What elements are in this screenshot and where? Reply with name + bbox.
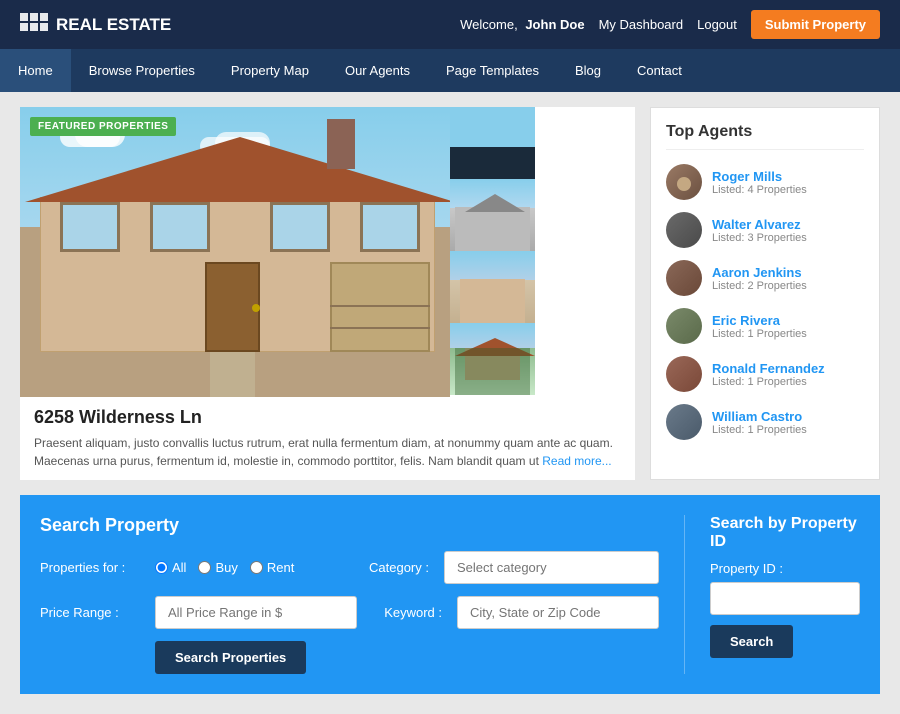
submit-property-button[interactable]: Submit Property: [751, 10, 880, 39]
nav-item-home[interactable]: Home: [0, 49, 71, 92]
radio-rent-input[interactable]: [250, 561, 263, 574]
thumbnail-1[interactable]: [450, 107, 535, 179]
featured-images: [20, 107, 635, 397]
nav-item-agents[interactable]: Our Agents: [327, 49, 428, 92]
avatar: [666, 308, 702, 344]
keyword-label: Keyword :: [372, 605, 442, 620]
agent-listed: Listed: 1 Properties: [712, 328, 807, 340]
keyword-input[interactable]: [457, 596, 659, 629]
agent-info: Eric Rivera Listed: 1 Properties: [712, 313, 807, 340]
search-properties-button[interactable]: Search Properties: [155, 641, 306, 674]
nav: Home Browse Properties Property Map Our …: [0, 49, 900, 92]
agent-item: Roger Mills Listed: 4 Properties: [666, 164, 864, 200]
agent-listed: Listed: 4 Properties: [712, 184, 807, 196]
thumbnail-list: [450, 107, 535, 397]
price-label: Price Range :: [40, 605, 140, 620]
agent-item: Ronald Fernandez Listed: 1 Properties: [666, 356, 864, 392]
thumbnail-3[interactable]: [450, 251, 535, 323]
agent-listed: Listed: 1 Properties: [712, 376, 825, 388]
category-label: Category :: [359, 560, 429, 575]
read-more-link[interactable]: Read more...: [542, 454, 611, 468]
main-property-image: [20, 107, 450, 397]
logout-link[interactable]: Logout: [697, 17, 737, 32]
logo-icon: [20, 13, 48, 37]
property-desc-text: Praesent aliquam, justo convallis luctus…: [34, 436, 613, 468]
agent-info: Ronald Fernandez Listed: 1 Properties: [712, 361, 825, 388]
property-info: 6258 Wilderness Ln Praesent aliquam, jus…: [20, 397, 635, 480]
agent-name: William Castro: [712, 409, 807, 424]
agent-info: Roger Mills Listed: 4 Properties: [712, 169, 807, 196]
radio-all-input[interactable]: [155, 561, 168, 574]
agent-item: Walter Alvarez Listed: 3 Properties: [666, 212, 864, 248]
agent-name: Ronald Fernandez: [712, 361, 825, 376]
welcome-prefix: Welcome,: [460, 17, 518, 32]
search-btn-row: Search Properties: [40, 641, 659, 674]
nav-item-templates[interactable]: Page Templates: [428, 49, 557, 92]
featured-section: FEATURED PROPERTIES: [20, 107, 635, 480]
id-search-button[interactable]: Search: [710, 625, 793, 658]
property-id-label: Property ID :: [710, 561, 860, 576]
username: John Doe: [525, 17, 584, 32]
radio-group: All Buy Rent: [155, 560, 344, 575]
agents-section: Top Agents Roger Mills Listed: 4 Propert…: [650, 107, 880, 480]
search-inner: Search Property Properties for : All Buy…: [40, 515, 860, 674]
avatar: [666, 212, 702, 248]
agent-name: Roger Mills: [712, 169, 807, 184]
featured-badge: FEATURED PROPERTIES: [30, 117, 176, 136]
agent-name: Walter Alvarez: [712, 217, 807, 232]
header-right: Welcome, John Doe My Dashboard Logout Su…: [460, 10, 880, 39]
agent-info: William Castro Listed: 1 Properties: [712, 409, 807, 436]
radio-all[interactable]: All: [155, 560, 186, 575]
search-by-id-title: Search by Property ID: [710, 515, 860, 551]
radio-buy-input[interactable]: [198, 561, 211, 574]
radio-rent[interactable]: Rent: [250, 560, 294, 575]
nav-item-map[interactable]: Property Map: [213, 49, 327, 92]
thumbnail-2[interactable]: [450, 179, 535, 251]
agent-item: Eric Rivera Listed: 1 Properties: [666, 308, 864, 344]
thumbnail-4[interactable]: [450, 323, 535, 395]
nav-item-browse[interactable]: Browse Properties: [71, 49, 213, 92]
property-title: 6258 Wilderness Ln: [34, 407, 621, 428]
header: REAL ESTATE Welcome, John Doe My Dashboa…: [0, 0, 900, 49]
dashboard-link[interactable]: My Dashboard: [599, 17, 684, 32]
price-input[interactable]: [155, 596, 357, 629]
search-title: Search Property: [40, 515, 659, 536]
welcome-text: Welcome, John Doe: [460, 17, 584, 32]
agent-item: Aaron Jenkins Listed: 2 Properties: [666, 260, 864, 296]
search-row-1: Properties for : All Buy Rent Category :: [40, 551, 659, 584]
avatar: [666, 404, 702, 440]
agent-listed: Listed: 2 Properties: [712, 280, 807, 292]
agents-title: Top Agents: [666, 123, 864, 150]
agent-name: Eric Rivera: [712, 313, 807, 328]
avatar: [666, 356, 702, 392]
properties-for-label: Properties for :: [40, 560, 140, 575]
main-content: FEATURED PROPERTIES: [0, 92, 900, 495]
avatar: [666, 260, 702, 296]
nav-item-contact[interactable]: Contact: [619, 49, 700, 92]
agent-name: Aaron Jenkins: [712, 265, 807, 280]
logo: REAL ESTATE: [20, 13, 171, 37]
logo-text: REAL ESTATE: [56, 15, 171, 35]
search-left: Search Property Properties for : All Buy…: [40, 515, 659, 674]
property-id-input[interactable]: [710, 582, 860, 615]
property-description: Praesent aliquam, justo convallis luctus…: [34, 434, 621, 470]
avatar: [666, 164, 702, 200]
radio-buy[interactable]: Buy: [198, 560, 237, 575]
agent-listed: Listed: 3 Properties: [712, 232, 807, 244]
agent-listed: Listed: 1 Properties: [712, 424, 807, 436]
search-row-2: Price Range : Keyword :: [40, 596, 659, 629]
agent-info: Walter Alvarez Listed: 3 Properties: [712, 217, 807, 244]
agent-info: Aaron Jenkins Listed: 2 Properties: [712, 265, 807, 292]
search-section: Search Property Properties for : All Buy…: [20, 495, 880, 694]
search-right: Search by Property ID Property ID : Sear…: [710, 515, 860, 674]
nav-item-blog[interactable]: Blog: [557, 49, 619, 92]
agent-item: William Castro Listed: 1 Properties: [666, 404, 864, 440]
category-input[interactable]: [444, 551, 659, 584]
